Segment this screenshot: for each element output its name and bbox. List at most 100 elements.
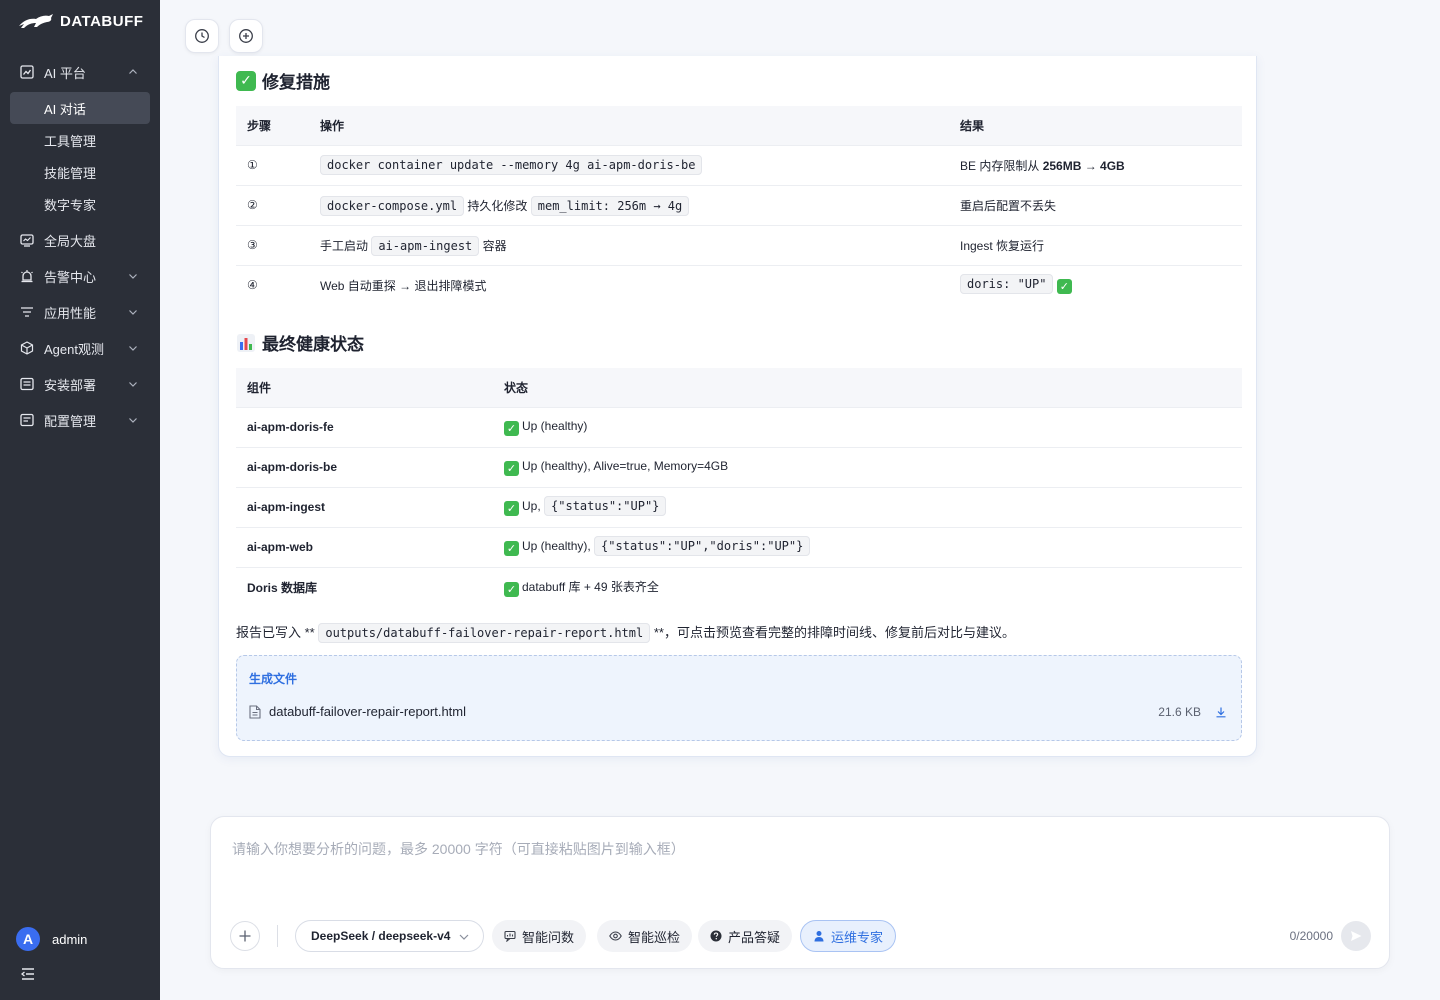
table-row: ② docker-compose.yml 持久化修改 mem_limit: 25…: [236, 184, 1242, 225]
mode-smart-query[interactable]: 智能问数: [492, 920, 587, 952]
performance-icon: [20, 305, 34, 319]
eye-icon: [609, 931, 622, 941]
status-text: databuff 库 + 49 张表齐全: [522, 579, 659, 594]
sidebar-item-agent[interactable]: Agent观测: [10, 332, 150, 364]
operation-cell: docker container update --memory 4g ai-a…: [309, 144, 949, 185]
table-row: ai-apm-ingest ✓ Up, {"status":"UP"}: [236, 486, 1242, 527]
chevron-down-icon: [129, 310, 137, 315]
chevron-down-icon: [459, 934, 469, 940]
user-icon: [814, 931, 824, 942]
new-chat-button[interactable]: [229, 19, 263, 53]
sidebar-item-dashboard[interactable]: 全局大盘: [10, 224, 150, 256]
file-item[interactable]: databuff-failover-repair-report.html 21.…: [249, 704, 1229, 719]
report-text-post: **，可点击预览查看完整的排障时间线、修复前后对比与建议。: [650, 625, 1015, 640]
inline-code: {"status":"UP"}: [544, 495, 667, 516]
table-header-row: 组件 状态: [236, 368, 1242, 407]
sidebar-subitem-label: AI 对话: [44, 101, 86, 117]
sidebar-subitem-ai-chat[interactable]: AI 对话: [10, 92, 150, 124]
sidebar-subitem-label: 工具管理: [44, 133, 97, 149]
operation-cell: 手工启动 ai-apm-ingest 容器: [309, 224, 949, 265]
history-button[interactable]: [185, 19, 219, 53]
model-selector[interactable]: DeepSeek / deepseek-v4: [295, 920, 484, 952]
char-counter: 0/20000: [1289, 929, 1333, 943]
sidebar-item-label: 配置管理: [44, 413, 97, 429]
attach-button[interactable]: [230, 921, 260, 951]
collapse-sidebar-icon[interactable]: [20, 966, 36, 982]
mode-smart-inspection[interactable]: 智能巡检: [597, 920, 693, 952]
check-mark-icon: ✓: [504, 500, 519, 516]
sidebar-subitem-skills[interactable]: 技能管理: [10, 156, 150, 188]
user-profile[interactable]: A admin: [16, 927, 87, 951]
sidebar-item-deploy[interactable]: 安装部署: [10, 368, 150, 400]
assistant-message-card: ✓ 修复措施 步骤 操作 结果 ① docker container updat…: [218, 56, 1257, 757]
history-icon: [195, 29, 209, 43]
sidebar-item-alarm[interactable]: 告警中心: [10, 260, 150, 292]
config-icon: [20, 413, 34, 427]
operation-text: 容器: [482, 238, 507, 253]
sidebar-subitem-digital-experts[interactable]: 数字专家: [10, 188, 150, 220]
step-cell: ①: [236, 144, 309, 185]
report-path-code: outputs/databuff-failover-repair-report.…: [318, 623, 651, 643]
bar-chart-icon: [236, 332, 256, 353]
sidebar-item-config[interactable]: 配置管理: [10, 404, 150, 436]
avatar: A: [16, 927, 40, 951]
status-cell: ✓ Up (healthy), {"status":"UP","doris":"U…: [493, 526, 1242, 567]
mode-product-qa[interactable]: 产品答疑: [698, 920, 793, 952]
report-text-pre: 报告已写入 **: [236, 625, 319, 640]
user-name: admin: [52, 931, 88, 947]
message-input[interactable]: 请输入你想要分析的问题，最多 20000 字符（可直接粘贴图片到输入框）: [232, 839, 685, 859]
model-name: DeepSeek / deepseek-v4: [311, 929, 451, 943]
check-mark-icon: ✓: [236, 70, 256, 91]
sidebar-item-ai-platform[interactable]: AI 平台: [10, 56, 150, 88]
step-cell: ②: [236, 184, 309, 225]
chevron-up-icon: [129, 69, 137, 74]
inline-code: {"status":"UP","doris":"UP"}: [594, 535, 811, 556]
inline-code: doris: "UP": [960, 273, 1054, 294]
mode-label: 运维专家: [831, 929, 884, 945]
plus-icon: [239, 930, 251, 942]
column-header: 状态: [493, 368, 1242, 407]
check-mark-icon: ✓: [1056, 278, 1072, 294]
status-cell: ✓ Up (healthy): [493, 406, 1242, 447]
generated-files-panel: 生成文件 databuff-failover-repair-report.htm…: [236, 655, 1242, 741]
download-icon[interactable]: [1215, 706, 1227, 718]
result-cell: BE 内存限制从 256MB → 4GB: [949, 144, 1242, 185]
status-text: Up (healthy): [522, 418, 588, 433]
inline-code: docker-compose.yml: [320, 195, 465, 216]
inline-code: docker container update --memory 4g ai-a…: [320, 155, 703, 175]
result-cell: Ingest 恢复运行: [949, 224, 1242, 265]
send-button[interactable]: [1341, 921, 1371, 951]
operation-text: 手工启动: [320, 238, 369, 253]
column-header: 步骤: [236, 106, 309, 145]
file-icon: [249, 704, 261, 719]
component-cell: Doris 数据库: [236, 566, 493, 607]
brand-logo[interactable]: DATABUFF: [18, 12, 143, 30]
health-table: 组件 状态 ai-apm-doris-fe ✓ Up (healthy) ai-a…: [236, 368, 1242, 607]
health-section-title: 最终健康状态: [236, 330, 364, 355]
sidebar-subitem-label: 数字专家: [44, 197, 97, 213]
deploy-icon: [20, 377, 34, 391]
sidebar-item-performance[interactable]: 应用性能: [10, 296, 150, 328]
chevron-down-icon: [129, 346, 137, 351]
sidebar-item-label: 全局大盘: [44, 233, 97, 249]
file-name[interactable]: databuff-failover-repair-report.html: [269, 704, 466, 719]
dashboard-icon: [20, 233, 34, 247]
mode-ops-expert[interactable]: 运维专家: [800, 920, 897, 952]
component-cell: ai-apm-web: [236, 526, 493, 567]
sidebar-item-label: AI 平台: [44, 65, 86, 81]
operation-text: 持久化修改: [467, 198, 528, 213]
table-row: Doris 数据库 ✓ databuff 库 + 49 张表齐全: [236, 566, 1242, 607]
report-summary: 报告已写入 ** outputs/databuff-failover-repai…: [236, 622, 1015, 643]
generated-files-title: 生成文件: [249, 672, 298, 686]
sidebar-item-label: 应用性能: [44, 305, 97, 321]
status-cell: ✓ databuff 库 + 49 张表齐全: [493, 566, 1242, 607]
sidebar-subitem-label: 技能管理: [44, 165, 97, 181]
sidebar-subitem-tools[interactable]: 工具管理: [10, 124, 150, 156]
result-bold: 256MB → 4GB: [1042, 158, 1125, 173]
table-row: ai-apm-doris-fe ✓ Up (healthy): [236, 406, 1242, 447]
table-header-row: 步骤 操作 结果: [236, 106, 1242, 145]
column-header: 操作: [309, 106, 949, 145]
sidebar-item-label: Agent观测: [44, 341, 104, 357]
ai-platform-icon: [20, 65, 34, 79]
result-text: BE 内存限制从: [960, 158, 1043, 173]
